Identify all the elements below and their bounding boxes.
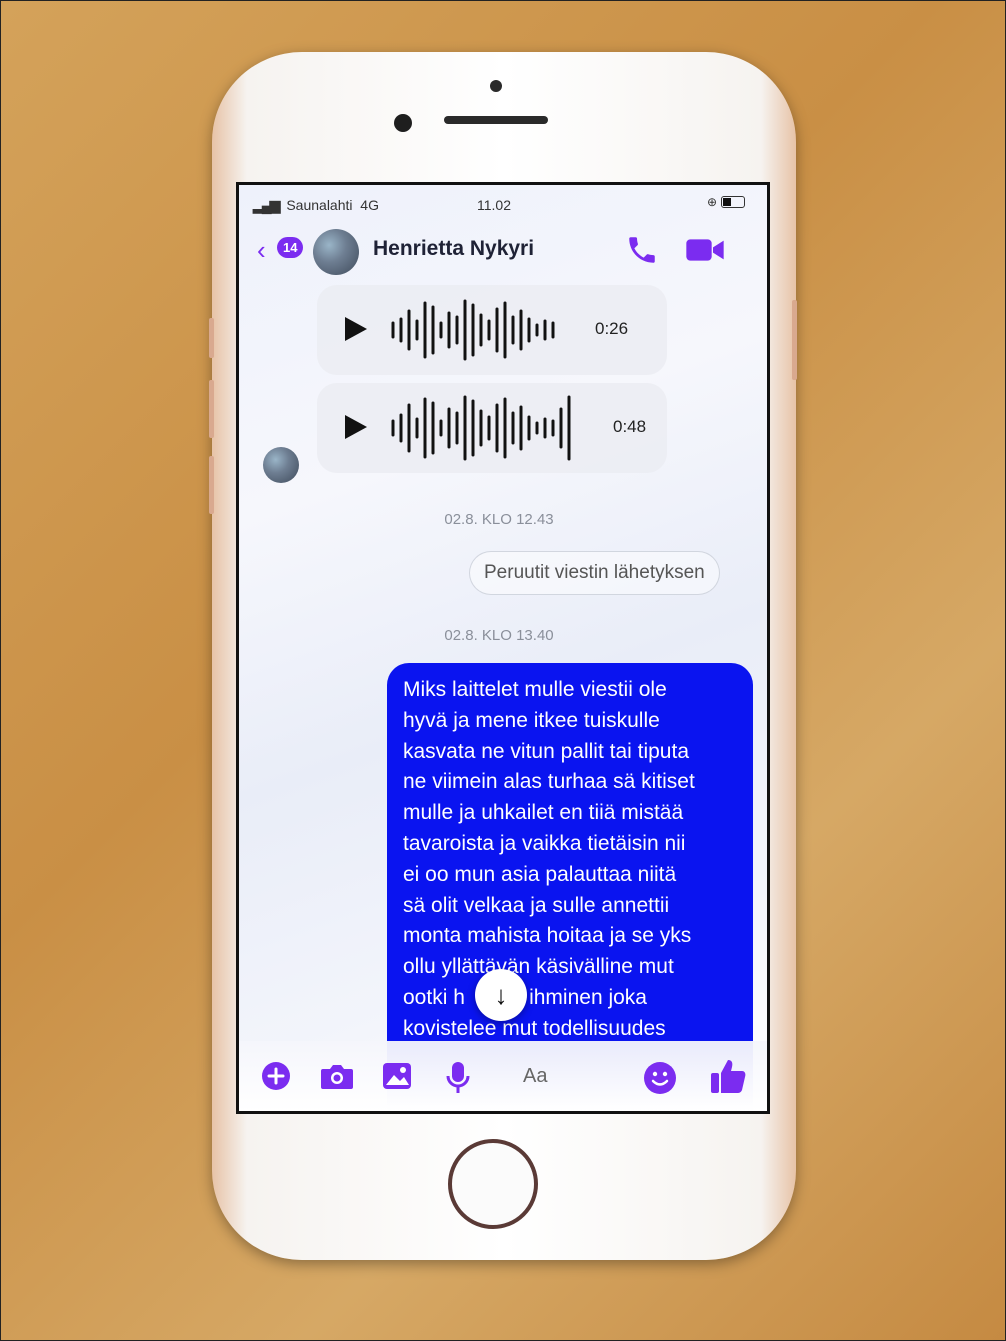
status-right: ⊕ xyxy=(707,193,745,209)
voice-duration: 0:26 xyxy=(595,319,629,338)
camera-icon[interactable] xyxy=(319,1061,355,1091)
microphone-icon[interactable] xyxy=(445,1061,471,1095)
sensor-dot xyxy=(490,80,502,92)
message-line: ne viimein alas turhaa sä kitiset xyxy=(403,770,695,794)
signal-icon: ▂▄▆ xyxy=(253,197,280,213)
status-bar: ▂▄▆ Saunalahti 4G 11.02 ⊕ xyxy=(239,185,767,221)
contact-avatar[interactable] xyxy=(313,229,359,275)
carrier-name: Saunalahti xyxy=(286,197,353,213)
timestamp: 02.8. KLO 13.40 xyxy=(444,627,554,644)
volume-up-button xyxy=(209,380,214,438)
messenger-screen: ▂▄▆ Saunalahti 4G 11.02 ⊕ ‹ 14 Henrietta… xyxy=(236,182,770,1114)
message-line: kasvata ne vitun pallit tai tiputa xyxy=(403,739,690,763)
play-icon[interactable] xyxy=(345,317,367,341)
message-line: monta mahista hoitaa ja se yks xyxy=(403,924,692,948)
message-line: hyvä ja mene itkee tuiskulle xyxy=(403,708,660,732)
network-type: 4G xyxy=(360,197,379,213)
status-left: ▂▄▆ Saunalahti 4G xyxy=(253,197,379,214)
timestamp: 02.8. KLO 12.43 xyxy=(444,511,554,528)
voice-message[interactable]: 0:48 xyxy=(317,383,667,473)
emoji-icon[interactable] xyxy=(643,1061,677,1095)
phone-icon[interactable] xyxy=(625,233,659,267)
mute-switch xyxy=(209,318,214,358)
volume-down-button xyxy=(209,456,214,514)
orientation-lock-icon: ⊕ xyxy=(707,195,718,209)
composer-bar: Aa xyxy=(239,1041,767,1111)
play-icon[interactable] xyxy=(345,415,367,439)
message-line: kovistelee mut todellisuudes xyxy=(403,1016,666,1040)
power-button xyxy=(792,300,797,380)
voice-duration: 0:48 xyxy=(613,417,647,436)
message-line: ollu yllättävän käsivälline mut xyxy=(403,955,674,979)
waveform-icon xyxy=(391,299,555,361)
front-camera xyxy=(394,114,412,132)
sender-avatar[interactable] xyxy=(263,447,299,483)
thumbs-up-icon[interactable] xyxy=(709,1057,747,1095)
message-line: tavaroista ja vaikka tietäisin nii xyxy=(403,831,686,855)
unsent-notice: Peruutit viestin lähetyksen xyxy=(469,551,720,595)
message-line: mulle ja uhkailet en tiiä mistää xyxy=(403,801,684,825)
waveform-icon xyxy=(391,395,571,461)
earpiece-speaker xyxy=(444,116,548,124)
home-button[interactable] xyxy=(448,1139,538,1229)
message-line: ootki h öpö ihminen joka xyxy=(403,985,647,1009)
status-time: 11.02 xyxy=(477,197,511,213)
message-line: sä olit velkaa ja sulle annettii xyxy=(403,893,670,917)
plus-icon[interactable] xyxy=(261,1061,291,1091)
message-line: Miks laittelet mulle viestii ole xyxy=(403,678,667,701)
chat-header: ‹ 14 Henrietta Nykyri xyxy=(239,223,767,279)
message-input[interactable]: Aa xyxy=(523,1065,547,1088)
unread-badge[interactable]: 14 xyxy=(277,237,304,258)
video-camera-icon[interactable] xyxy=(685,233,725,267)
image-icon[interactable] xyxy=(381,1061,413,1091)
scroll-to-bottom-button[interactable]: ↓ xyxy=(475,969,527,1021)
contact-name[interactable]: Henrietta Nykyri xyxy=(373,237,534,261)
chevron-left-icon[interactable]: ‹ xyxy=(257,237,266,263)
arrow-down-icon: ↓ xyxy=(494,979,508,1010)
voice-message[interactable]: 0:26 xyxy=(317,285,667,375)
message-line: ei oo mun asia palauttaa niitä xyxy=(403,862,677,886)
battery-icon xyxy=(721,196,745,209)
